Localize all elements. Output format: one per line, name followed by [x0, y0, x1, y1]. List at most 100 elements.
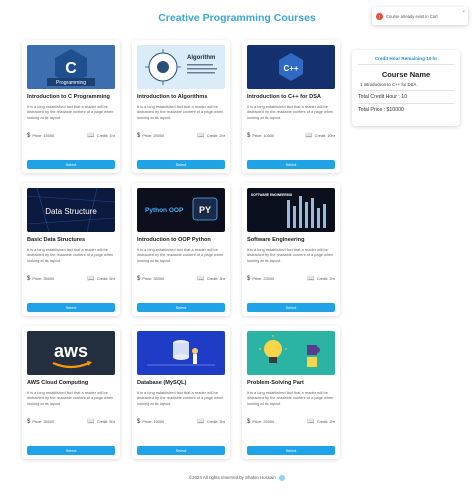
- py-badge-text: PY: [199, 205, 211, 215]
- dollar-icon: $: [137, 132, 141, 139]
- course-card: Database (MySQL) It is a long establishe…: [132, 326, 230, 459]
- course-card: Python OOP PY Introduction to OOP Python…: [132, 183, 230, 316]
- price-info: $ Price: 35000: [27, 276, 54, 282]
- footer-logo-icon: [279, 475, 286, 481]
- dollar-icon: $: [247, 275, 251, 282]
- course-description: It is a long established fact that a rea…: [27, 390, 114, 406]
- course-meta: $ Price: 23000 📖 Credit: 2hr: [247, 275, 335, 283]
- software-engineering-text: SOFTWARE ENGINEERING: [251, 193, 293, 197]
- price-info: $ Price: 35000: [27, 419, 54, 425]
- toast-message: Course already exist in Cart: [386, 13, 438, 19]
- credit-text: Credit: 2hr: [206, 133, 225, 138]
- course-description: It is a long established fact that a rea…: [137, 390, 224, 406]
- c-logo-text: C: [65, 60, 77, 77]
- credit-text: Credit: 1hr: [96, 133, 115, 138]
- cart-item: 1 Introduction to C++ for DSA: [360, 82, 417, 87]
- course-title: Basic Data Structures: [27, 237, 86, 243]
- course-description: It is a long established fact that a rea…: [247, 104, 334, 120]
- course-card: aws AWS Cloud Computing It is a long est…: [22, 326, 120, 459]
- course-title: Introduction to C Programming: [27, 94, 110, 100]
- course-image: aws: [27, 331, 115, 375]
- course-image: Python OOP PY: [137, 188, 225, 232]
- close-icon[interactable]: ×: [462, 9, 465, 14]
- select-button[interactable]: Select: [247, 446, 335, 455]
- aws-logo-text: aws: [54, 341, 88, 361]
- book-icon: 📖: [307, 276, 315, 282]
- dollar-icon: $: [247, 418, 251, 425]
- select-button[interactable]: Select: [137, 160, 225, 169]
- dollar-icon: $: [137, 275, 141, 282]
- course-card: SOFTWARE ENGINEERING Software Engineerin…: [242, 183, 340, 316]
- credit-text: Credit: 5hr: [96, 419, 115, 424]
- price-text: Price: 15000: [32, 133, 55, 138]
- select-button[interactable]: Select: [247, 160, 335, 169]
- divider: [358, 64, 454, 65]
- select-button[interactable]: Select: [137, 446, 225, 455]
- course-title: Introduction to Algorithms: [137, 94, 208, 100]
- price-text: Price: 10000: [252, 133, 275, 138]
- course-card: C Programming Introduction to C Programm…: [22, 40, 120, 173]
- course-description: It is a long established fact that a rea…: [137, 104, 224, 120]
- select-button[interactable]: Select: [27, 160, 115, 169]
- cart-list: 1 Introduction to C++ for DSA: [358, 82, 454, 87]
- course-card: Data Structure Basic Data Structures It …: [22, 183, 120, 316]
- select-button[interactable]: Select: [247, 303, 335, 312]
- course-grid: C Programming Introduction to C Programm…: [22, 40, 340, 459]
- course-meta: $ Price: 15000 📖 Credit: 1hr: [27, 132, 115, 140]
- price-text: Price: 19000: [142, 419, 165, 424]
- credit-text: Credit: 2hr: [316, 276, 335, 281]
- book-icon: 📖: [307, 419, 315, 425]
- credit-info: 📖 Credit: 2hr: [307, 418, 335, 425]
- cpp-logo-text: C++: [283, 64, 298, 73]
- course-meta: $ Price: 35000 📖 Credit: 3hr: [137, 275, 225, 283]
- credit-info: 📖 Credit: 3hr: [197, 418, 225, 425]
- course-description: It is a long established fact that a rea…: [137, 247, 224, 263]
- select-button[interactable]: Select: [27, 303, 115, 312]
- dollar-icon: $: [247, 132, 251, 139]
- divider: [358, 90, 454, 91]
- python-oop-text: Python OOP: [145, 207, 184, 214]
- price-text: Price: 35000: [32, 419, 55, 424]
- course-image: Data Structure: [27, 188, 115, 232]
- credit-info: 📖 Credit: 5hr: [87, 275, 115, 282]
- price-info: $ Price: 15000: [27, 133, 54, 139]
- course-meta: $ Price: 10000 📖 Credit: 10hr: [247, 132, 335, 140]
- course-title: AWS Cloud Computing: [27, 380, 89, 386]
- select-button[interactable]: Select: [137, 303, 225, 312]
- total-price: Total Price : $10000: [358, 107, 404, 113]
- course-meta: $ Price: 35000 📖 Credit: 5hr: [27, 418, 115, 426]
- footer-text: ©2024 All rights reserved by Shahin Hoss…: [188, 475, 276, 481]
- price-info: $ Price: 19000: [137, 419, 164, 425]
- book-icon: 📖: [197, 133, 205, 139]
- algorithm-heading: Algorithm: [187, 55, 215, 61]
- price-text: Price: 35000: [142, 276, 165, 281]
- course-image: [137, 331, 225, 375]
- credit-text: Credit: 3hr: [206, 276, 225, 281]
- price-text: Price: 23000: [252, 276, 275, 281]
- course-description: It is a long established fact that a rea…: [27, 104, 114, 120]
- course-card: Algorithm Introduction to Algorithms It …: [132, 40, 230, 173]
- course-meta: $ Price: 25000 📖 Credit: 2hr: [247, 418, 335, 426]
- price-info: $ Price: 23000: [247, 276, 274, 282]
- credit-text: Credit: 2hr: [316, 419, 335, 424]
- price-text: Price: 25000: [252, 419, 275, 424]
- course-image: C++: [247, 45, 335, 89]
- dollar-icon: $: [27, 132, 31, 139]
- course-image: Algorithm: [137, 45, 225, 89]
- price-info: $ Price: 25000: [247, 419, 274, 425]
- course-title: Problem-Solving Part: [247, 380, 304, 386]
- price-info: $ Price: 10000: [247, 133, 274, 139]
- credit-text: Credit: 3hr: [206, 419, 225, 424]
- image-caption: Programming: [56, 80, 86, 86]
- book-icon: 📖: [197, 276, 205, 282]
- credit-text: Credit: 10hr: [314, 133, 335, 138]
- course-title: Introduction to C++ for DSA: [247, 94, 321, 100]
- course-description: It is a long established fact that a rea…: [27, 247, 114, 263]
- dollar-icon: $: [27, 418, 31, 425]
- course-card: Problem-Solving Part It is a long establ…: [242, 326, 340, 459]
- price-text: Price: 25000: [142, 133, 165, 138]
- total-credit: Total Credit Hour : 10: [358, 94, 408, 100]
- divider: [358, 103, 454, 104]
- select-button[interactable]: Select: [27, 446, 115, 455]
- course-image: C Programming: [27, 45, 115, 89]
